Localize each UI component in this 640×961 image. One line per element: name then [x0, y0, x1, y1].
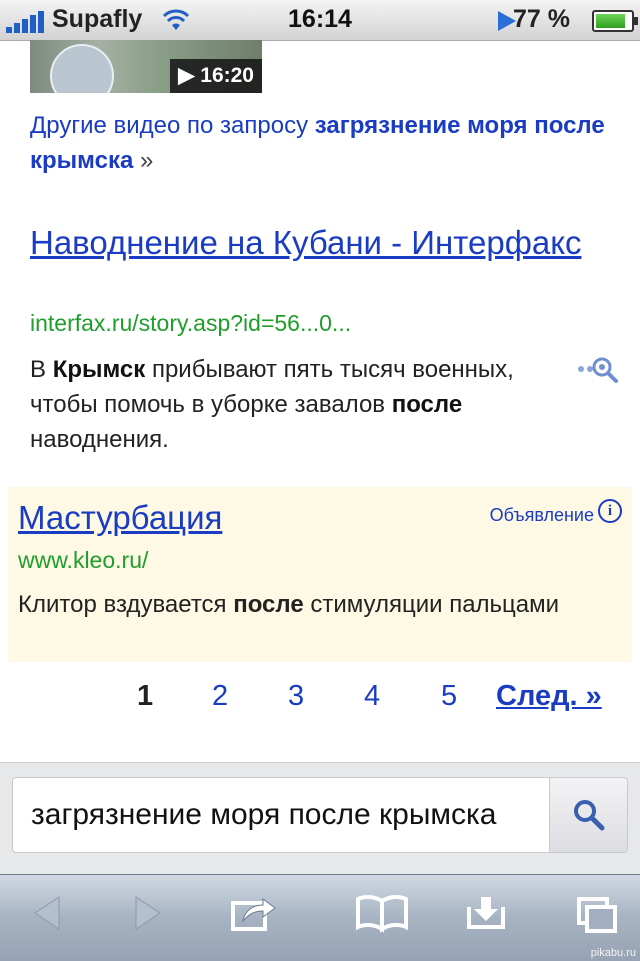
save-icon	[467, 897, 505, 929]
search-bar	[0, 762, 640, 875]
page-2-link[interactable]: 2	[212, 680, 228, 713]
back-icon	[34, 896, 60, 930]
result-title-link[interactable]: Наводнение на Кубани - Интерфакс	[30, 222, 590, 263]
forward-icon	[135, 896, 161, 930]
bookmarks-button[interactable]	[352, 893, 412, 943]
search-button[interactable]	[550, 777, 628, 853]
ad-label[interactable]: Объявление	[490, 505, 594, 526]
video-thumbnail[interactable]: ▶ 16:20	[30, 40, 262, 93]
ad-block: Мастурбация Объявление i www.kleo.ru/ Кл…	[8, 487, 632, 662]
ad-url[interactable]: www.kleo.ru/	[18, 547, 148, 574]
video-duration: ▶ 16:20	[170, 59, 262, 93]
tabs-icon	[577, 897, 617, 933]
instant-preview-icon[interactable]	[578, 354, 622, 384]
search-input[interactable]	[12, 777, 550, 853]
share-icon	[231, 898, 276, 931]
save-button[interactable]	[456, 893, 516, 943]
page-4-link[interactable]: 4	[364, 680, 380, 713]
ad-title-link[interactable]: Мастурбация	[18, 499, 222, 537]
next-page-link[interactable]: След. »	[496, 680, 602, 713]
forward-button[interactable]	[118, 893, 178, 943]
more-videos-link[interactable]: Другие видео по запросу загрязнение моря…	[30, 108, 620, 178]
search-icon	[574, 800, 605, 831]
result-snippet: В Крымск прибывают пять тысяч военных, ч…	[30, 356, 514, 453]
battery-icon	[592, 10, 638, 32]
browser-toolbar: pikabu.ru	[0, 874, 640, 961]
more-videos-prefix: Другие видео по запросу	[30, 112, 315, 139]
more-videos-arrow: »	[133, 147, 154, 174]
result-url[interactable]: interfax.ru/story.asp?id=56...0...	[30, 310, 351, 337]
status-bar: Supafly 16:14 77 %	[0, 0, 640, 41]
back-button[interactable]	[17, 893, 77, 943]
page-1: 1	[137, 680, 154, 712]
video-preview-image	[50, 44, 114, 93]
share-button[interactable]	[224, 893, 284, 943]
pagination: 1 2 3 4 5 След. »	[0, 680, 640, 720]
ad-snippet: Клитор вздувается после стимуляции пальц…	[18, 591, 560, 618]
watermark: pikabu.ru	[590, 947, 636, 959]
page-5-link[interactable]: 5	[441, 680, 457, 713]
bookmarks-icon	[356, 894, 408, 933]
battery-percent: 77 %	[513, 5, 570, 33]
info-icon[interactable]: i	[598, 499, 622, 523]
tabs-button[interactable]	[566, 893, 626, 943]
page-3-link[interactable]: 3	[288, 680, 304, 713]
